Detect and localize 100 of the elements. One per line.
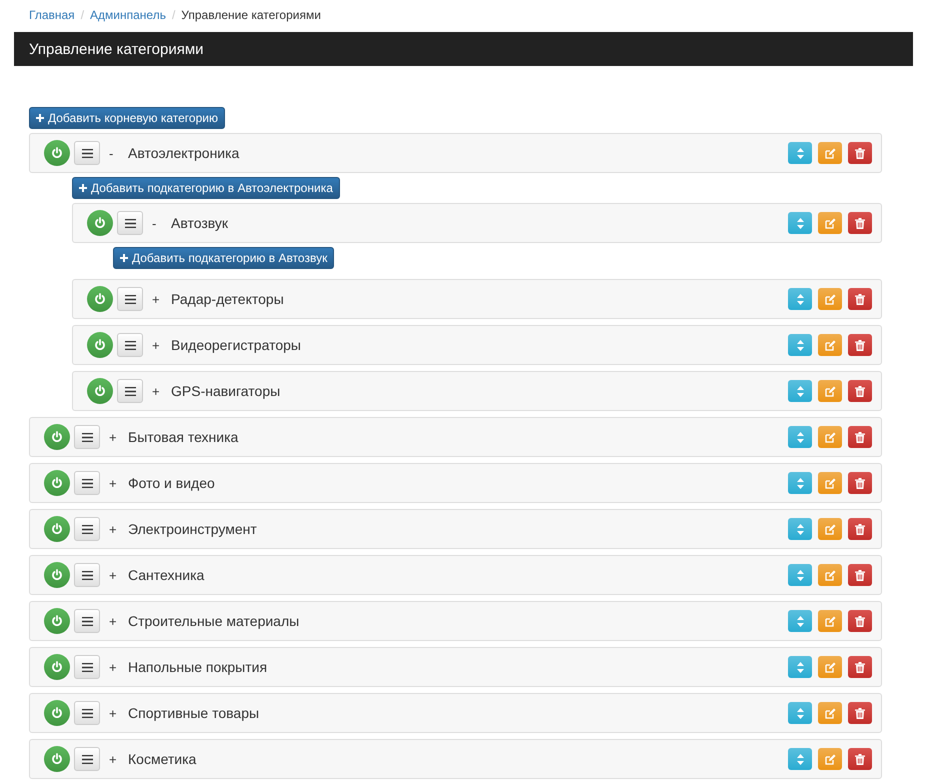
menu-button[interactable] bbox=[117, 379, 143, 403]
edit-button[interactable] bbox=[818, 334, 842, 356]
expand-toggle[interactable]: + bbox=[152, 384, 162, 398]
menu-button[interactable] bbox=[74, 471, 100, 495]
sort-button[interactable] bbox=[788, 288, 812, 310]
delete-button[interactable] bbox=[848, 288, 872, 310]
menu-button[interactable] bbox=[74, 517, 100, 541]
menu-button[interactable] bbox=[117, 287, 143, 311]
delete-button[interactable] bbox=[848, 610, 872, 632]
power-icon bbox=[94, 385, 106, 397]
power-button[interactable] bbox=[87, 332, 113, 358]
edit-icon bbox=[824, 218, 836, 228]
edit-button[interactable] bbox=[818, 564, 842, 586]
edit-button[interactable] bbox=[818, 380, 842, 402]
sort-button[interactable] bbox=[788, 610, 812, 632]
expand-toggle[interactable]: + bbox=[152, 292, 162, 306]
trash-icon bbox=[855, 386, 865, 396]
delete-button[interactable] bbox=[848, 748, 872, 770]
add-root-category-button[interactable]: Добавить корневую категорию bbox=[29, 107, 225, 129]
edit-icon bbox=[824, 524, 836, 534]
sort-button[interactable] bbox=[788, 426, 812, 448]
sort-button[interactable] bbox=[788, 212, 812, 234]
expand-toggle[interactable]: + bbox=[109, 706, 119, 720]
sort-button[interactable] bbox=[788, 656, 812, 678]
expand-toggle[interactable]: + bbox=[109, 614, 119, 628]
trash-icon bbox=[855, 340, 865, 350]
edit-button[interactable] bbox=[818, 702, 842, 724]
trash-icon bbox=[855, 148, 865, 158]
menu-button[interactable] bbox=[74, 563, 100, 587]
delete-button[interactable] bbox=[848, 518, 872, 540]
sort-button[interactable] bbox=[788, 564, 812, 586]
category-name: Электроинструмент bbox=[128, 521, 258, 537]
delete-button[interactable] bbox=[848, 334, 872, 356]
expand-toggle[interactable]: + bbox=[109, 752, 119, 766]
power-button[interactable] bbox=[44, 746, 70, 772]
trash-icon bbox=[855, 662, 865, 672]
power-button[interactable] bbox=[87, 210, 113, 236]
delete-button[interactable] bbox=[848, 702, 872, 724]
sort-button[interactable] bbox=[788, 472, 812, 494]
edit-button[interactable] bbox=[818, 748, 842, 770]
menu-button[interactable] bbox=[74, 609, 100, 633]
power-icon bbox=[51, 569, 63, 581]
edit-button[interactable] bbox=[818, 426, 842, 448]
power-button[interactable] bbox=[44, 516, 70, 542]
power-button[interactable] bbox=[44, 424, 70, 450]
expand-toggle[interactable]: - bbox=[152, 216, 162, 230]
expand-toggle[interactable]: + bbox=[152, 338, 162, 352]
menu-button[interactable] bbox=[74, 425, 100, 449]
power-button[interactable] bbox=[44, 470, 70, 496]
power-button[interactable] bbox=[44, 654, 70, 680]
menu-button[interactable] bbox=[74, 701, 100, 725]
sort-icon bbox=[796, 340, 804, 350]
sort-button[interactable] bbox=[788, 702, 812, 724]
delete-button[interactable] bbox=[848, 426, 872, 448]
edit-button[interactable] bbox=[818, 212, 842, 234]
sort-icon bbox=[796, 218, 804, 228]
breadcrumb-link[interactable]: Главная bbox=[29, 8, 75, 22]
add-subcategory-button[interactable]: Добавить подкатегорию в Автоэлектроника bbox=[72, 177, 340, 199]
expand-toggle[interactable]: + bbox=[109, 568, 119, 582]
edit-button[interactable] bbox=[818, 610, 842, 632]
sort-icon bbox=[796, 294, 804, 304]
menu-icon bbox=[82, 478, 92, 488]
trash-icon bbox=[855, 432, 865, 442]
menu-button[interactable] bbox=[74, 141, 100, 165]
power-icon bbox=[94, 339, 106, 351]
add-subcategory-button[interactable]: Добавить подкатегорию в Автозвук bbox=[113, 247, 334, 269]
edit-button[interactable] bbox=[818, 518, 842, 540]
edit-icon bbox=[824, 340, 836, 350]
power-button[interactable] bbox=[87, 378, 113, 404]
expand-toggle[interactable]: - bbox=[109, 146, 119, 160]
edit-button[interactable] bbox=[818, 288, 842, 310]
delete-button[interactable] bbox=[848, 564, 872, 586]
power-button[interactable] bbox=[44, 700, 70, 726]
edit-button[interactable] bbox=[818, 472, 842, 494]
expand-toggle[interactable]: + bbox=[109, 660, 119, 674]
menu-button[interactable] bbox=[117, 211, 143, 235]
sort-button[interactable] bbox=[788, 142, 812, 164]
delete-button[interactable] bbox=[848, 212, 872, 234]
menu-button[interactable] bbox=[74, 747, 100, 771]
menu-button[interactable] bbox=[74, 655, 100, 679]
expand-toggle[interactable]: + bbox=[109, 522, 119, 536]
power-button[interactable] bbox=[44, 562, 70, 588]
edit-button[interactable] bbox=[818, 142, 842, 164]
power-button[interactable] bbox=[44, 140, 70, 166]
delete-button[interactable] bbox=[848, 142, 872, 164]
sort-button[interactable] bbox=[788, 380, 812, 402]
breadcrumb-link[interactable]: Админпанель bbox=[90, 8, 166, 22]
edit-button[interactable] bbox=[818, 656, 842, 678]
sort-button[interactable] bbox=[788, 518, 812, 540]
sort-button[interactable] bbox=[788, 748, 812, 770]
sort-button[interactable] bbox=[788, 334, 812, 356]
menu-button[interactable] bbox=[117, 333, 143, 357]
category-name: Строительные материалы bbox=[128, 613, 300, 629]
power-button[interactable] bbox=[44, 608, 70, 634]
expand-toggle[interactable]: + bbox=[109, 476, 119, 490]
delete-button[interactable] bbox=[848, 380, 872, 402]
delete-button[interactable] bbox=[848, 656, 872, 678]
power-button[interactable] bbox=[87, 286, 113, 312]
expand-toggle[interactable]: + bbox=[109, 430, 119, 444]
delete-button[interactable] bbox=[848, 472, 872, 494]
